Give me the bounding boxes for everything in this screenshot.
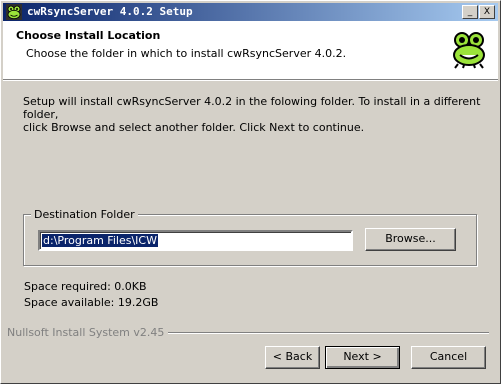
- browse-button[interactable]: Browse...: [365, 228, 456, 251]
- nsis-branding: Nullsoft Install System v2.45: [7, 326, 169, 339]
- next-button[interactable]: Next >: [325, 346, 400, 369]
- header-panel: Choose Install Location Choose the folde…: [3, 21, 498, 79]
- page-title: Choose Install Location: [16, 29, 161, 42]
- install-description: Setup will install cwRsyncServer 4.0.2 i…: [23, 95, 493, 134]
- description-line-2: click Browse and select another folder. …: [23, 121, 365, 134]
- minimize-icon: _: [467, 7, 473, 17]
- destination-folder-label: Destination Folder: [31, 208, 138, 221]
- frog-app-icon: [6, 4, 22, 20]
- installer-window: cwRsyncServer 4.0.2 Setup _ X Choose Ins…: [0, 0, 501, 384]
- close-icon: X: [483, 7, 491, 17]
- close-button[interactable]: X: [479, 5, 495, 19]
- space-available: Space available: 19.2GB: [24, 296, 159, 309]
- window-title: cwRsyncServer 4.0.2 Setup: [27, 5, 193, 18]
- space-required: Space required: 0.0KB: [24, 280, 147, 293]
- destination-path-value: d:\Program Files\ICW: [42, 234, 158, 247]
- back-button[interactable]: < Back: [265, 346, 320, 369]
- page-subtitle: Choose the folder in which to install cw…: [26, 47, 347, 60]
- title-bar[interactable]: cwRsyncServer 4.0.2 Setup _ X: [3, 3, 498, 21]
- minimize-button[interactable]: _: [462, 5, 478, 19]
- cancel-button[interactable]: Cancel: [411, 346, 486, 369]
- description-line-1: Setup will install cwRsyncServer 4.0.2 i…: [23, 95, 481, 121]
- footer-divider: [151, 332, 489, 334]
- frog-logo-icon: [452, 31, 486, 69]
- header-divider: [3, 79, 498, 81]
- destination-path-field[interactable]: d:\Program Files\ICW: [38, 230, 353, 251]
